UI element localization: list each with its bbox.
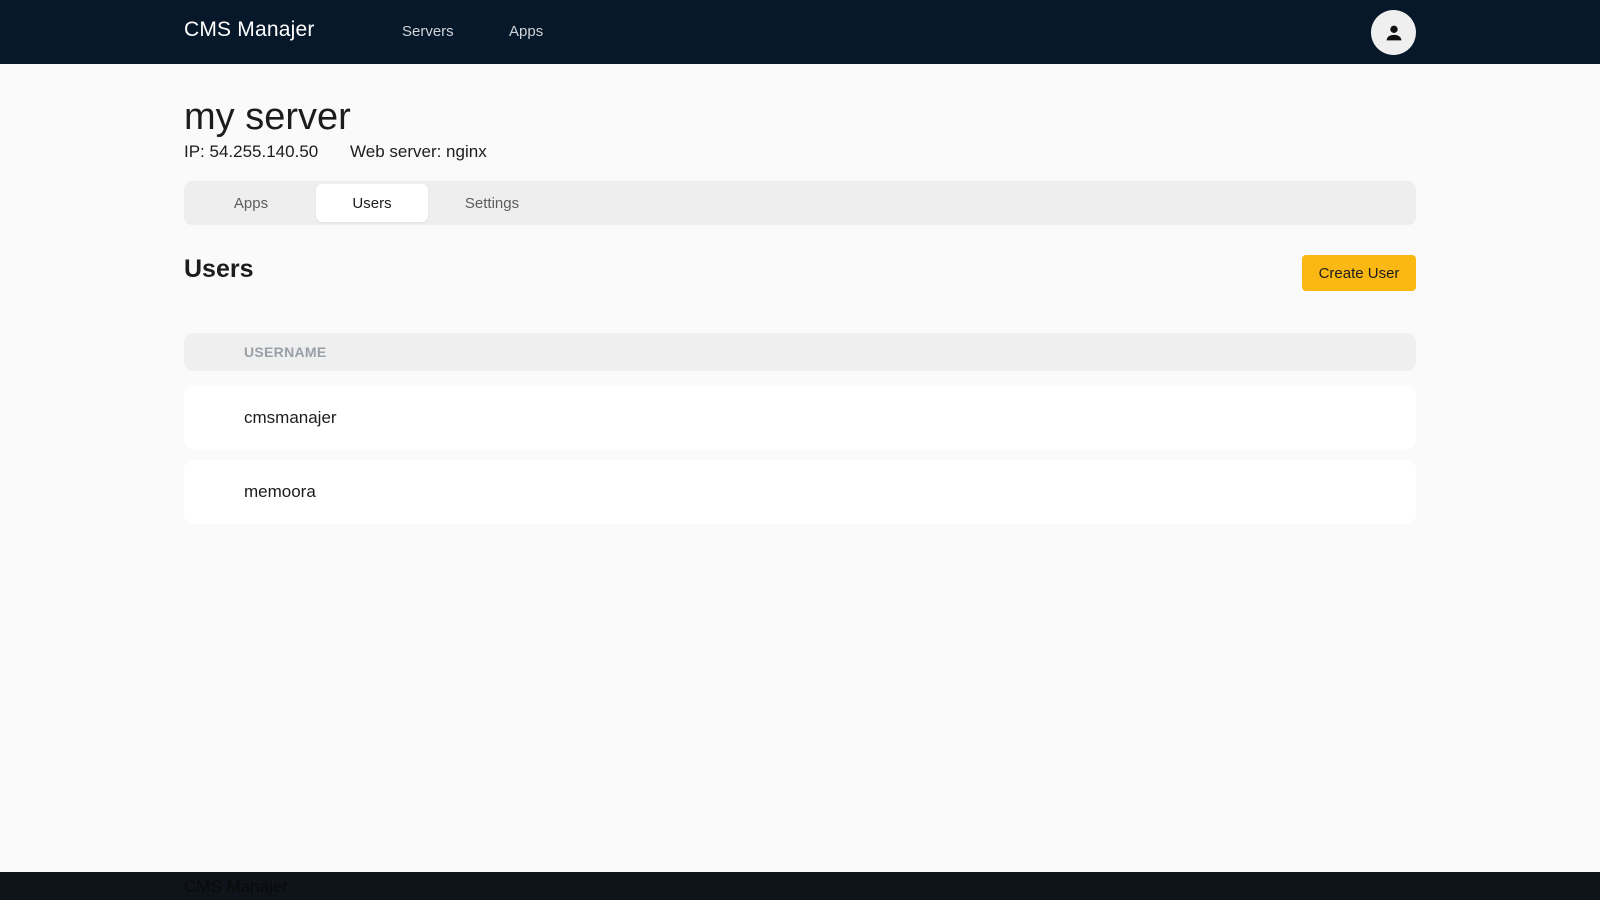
user-row-username: cmsmanajer <box>244 408 337 427</box>
column-header-username: USERNAME <box>244 344 327 360</box>
footer-brand: CMS Manajer <box>184 877 288 896</box>
create-user-button[interactable]: Create User <box>1302 255 1416 291</box>
users-section-title: Users <box>184 255 254 283</box>
user-avatar-button[interactable] <box>1371 10 1416 55</box>
nav-link-apps[interactable]: Apps <box>509 23 543 40</box>
tab-apps[interactable]: Apps <box>195 184 307 222</box>
brand-logo[interactable]: CMS Manajer <box>184 18 315 42</box>
top-navbar: CMS Manajer Servers Apps <box>0 0 1600 64</box>
server-name: my server <box>184 96 351 138</box>
user-row[interactable]: memoora <box>184 460 1416 524</box>
server-ip: IP: 54.255.140.50 <box>184 142 319 161</box>
server-web-server: Web server: nginx <box>350 142 487 161</box>
user-icon <box>1386 25 1401 40</box>
user-row-username: memoora <box>244 482 316 501</box>
tab-users[interactable]: Users <box>316 184 428 222</box>
user-row[interactable]: cmsmanajer <box>184 386 1416 450</box>
tab-settings[interactable]: Settings <box>436 184 548 222</box>
footer: CMS Manajer <box>0 872 1600 900</box>
server-tabs: Apps Users Settings <box>184 181 1416 225</box>
users-table-header: USERNAME <box>184 333 1416 371</box>
nav-link-servers[interactable]: Servers <box>402 23 454 40</box>
